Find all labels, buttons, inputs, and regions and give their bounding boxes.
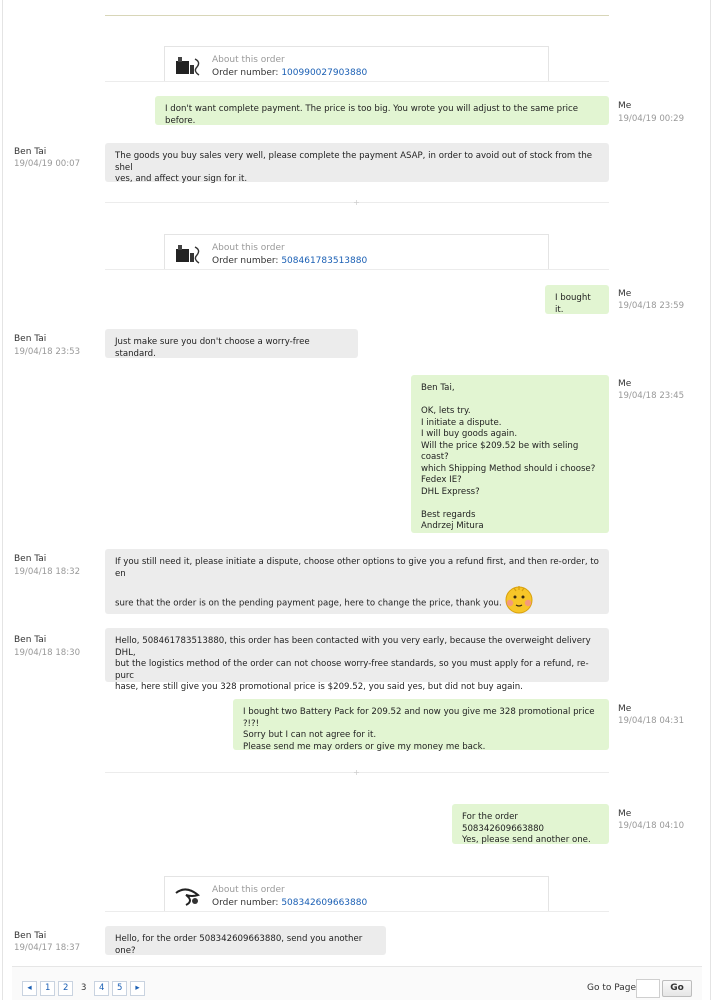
product-thumbnail-icon [176,57,200,76]
sender-name: Ben Tai [14,554,47,564]
message-time: 19/04/18 23:53 [14,347,81,357]
order-number-link[interactable]: 508461783513880 [281,256,367,266]
plus-ornament-icon: + [353,768,360,777]
smiley-emoji-icon [505,585,533,613]
message-time: 19/04/18 18:32 [14,567,81,577]
message-bubble-seller: If you still need it, please initiate a … [105,549,609,614]
top-divider [105,15,609,16]
message-bubble-me: I don't want complete payment. The price… [155,96,609,126]
message-bubble-me: For the order 508342609663880 Yes, pleas… [452,804,609,845]
message-time: 19/04/17 18:37 [14,943,81,953]
message-bubble-me: I bought two Battery Pack for 209.52 and… [233,699,609,752]
card-divider [105,269,609,270]
order-number-row: Order number: 508461783513880 [212,256,367,266]
page-link-2[interactable]: 2 [58,981,74,996]
order-number-label: Order number: [212,898,279,908]
page-link-5[interactable]: 5 [112,981,128,996]
sender-name: Me [618,809,632,819]
message-time: 19/04/18 18:30 [14,648,81,658]
sender-name: Ben Tai [14,334,47,344]
message-time: 19/04/18 23:45 [618,391,685,401]
prev-page-button[interactable]: ◂ [22,981,37,996]
message-bubble-seller: Hello, 508461783513880, this order has b… [105,628,609,692]
date-divider: + [105,198,609,207]
product-thumbnail-icon [175,888,201,906]
card-divider [105,81,609,82]
order-card[interactable]: About this order Order number: 508342609… [164,876,549,912]
page-link-1[interactable]: 1 [40,981,56,996]
order-card[interactable]: About this order Order number: 508461783… [164,234,549,270]
order-number-row: Order number: 508342609663880 [212,898,367,908]
message-time: 19/04/19 00:07 [14,159,81,169]
order-number-link[interactable]: 508342609663880 [281,898,367,908]
order-about-label: About this order [212,55,285,65]
sender-name: Me [618,704,632,714]
plus-ornament-icon: + [353,198,360,207]
date-divider: + [105,768,609,777]
card-divider [105,911,609,912]
sender-name: Me [618,101,632,111]
message-bubble-seller: Hello, for the order 508342609663880, se… [105,926,386,956]
message-bubble-seller: Just make sure you don't choose a worry-… [105,329,358,359]
order-number-link[interactable]: 100990027903880 [281,68,367,78]
goto-page-label: Go to Page [587,983,637,993]
message-time: 19/04/19 00:29 [618,114,685,124]
pagination-bar: ◂ 1 2 3 4 5 ▸ Go to Page Go [12,966,702,1000]
sender-name: Ben Tai [14,147,47,157]
order-about-label: About this order [212,243,285,253]
message-time: 19/04/18 04:31 [618,716,685,726]
sender-name: Me [618,379,632,389]
next-page-button[interactable]: ▸ [130,981,145,996]
order-about-label: About this order [212,885,285,895]
page-current-3: 3 [81,983,87,993]
message-time: 19/04/18 04:10 [618,821,685,831]
message-time: 19/04/18 23:59 [618,301,685,311]
order-number-row: Order number: 100990027903880 [212,68,367,78]
product-thumbnail-icon [176,245,200,264]
go-button[interactable]: Go [662,980,692,997]
page-link-4[interactable]: 4 [94,981,110,996]
sender-name: Ben Tai [14,931,47,941]
message-bubble-me: Ben Tai, OK, lets try. I initiate a disp… [411,375,609,533]
sender-name: Ben Tai [14,635,47,645]
goto-page-input[interactable] [636,979,660,998]
order-number-label: Order number: [212,256,279,266]
message-bubble-me: I bought it. [545,285,609,315]
sender-name: Me [618,289,632,299]
order-number-label: Order number: [212,68,279,78]
message-bubble-seller: The goods you buy sales very well, pleas… [105,143,609,184]
order-card[interactable]: About this order Order number: 100990027… [164,46,549,82]
